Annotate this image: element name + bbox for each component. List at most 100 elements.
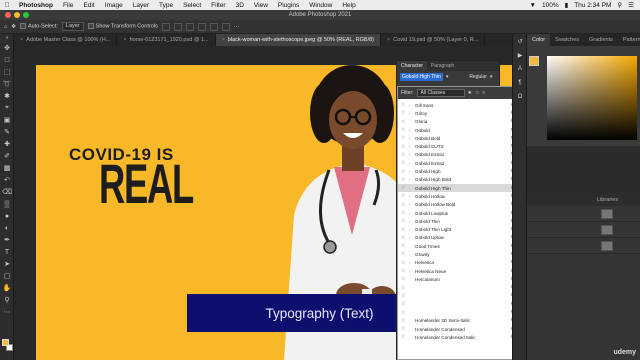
search-icon[interactable]: ⚲: [617, 1, 622, 9]
chevron-down-icon[interactable]: ▾: [446, 74, 449, 80]
auto-select-checkbox[interactable]: Auto-Select:: [19, 23, 58, 30]
layer-row[interactable]: [527, 222, 640, 238]
path-selection-tool-icon[interactable]: ➤: [0, 258, 14, 270]
apple-icon[interactable]: : [0, 2, 14, 9]
quick-select-tool-icon[interactable]: ✱: [0, 90, 14, 102]
tab-character[interactable]: Character: [397, 61, 427, 71]
close-tab-icon[interactable]: ×: [222, 37, 225, 43]
rectangle-tool-icon[interactable]: ▢: [0, 270, 14, 282]
favorite-star-icon[interactable]: ☆: [401, 251, 409, 257]
brush-tool-icon[interactable]: ✐: [0, 150, 14, 162]
close-window-button[interactable]: [5, 12, 11, 18]
home-icon[interactable]: ⌂: [4, 24, 7, 30]
tab-paragraph[interactable]: Paragraph: [427, 61, 458, 71]
doc-tab[interactable]: × Adobe Master Class @ 100% (H...: [14, 34, 118, 46]
stamp-tool-icon[interactable]: ▩: [0, 162, 14, 174]
favorite-star-icon[interactable]: ☆: [401, 227, 409, 233]
more-options-icon[interactable]: ⋯: [234, 24, 240, 30]
align-center-button[interactable]: [173, 22, 182, 31]
favorite-star-icon[interactable]: ☆: [401, 210, 409, 216]
gradient-tool-icon[interactable]: ▒: [0, 198, 14, 210]
battery-icon[interactable]: ▮: [565, 1, 569, 9]
eraser-tool-icon[interactable]: ⌫: [0, 186, 14, 198]
show-transform-checkbox[interactable]: Show Transform Controls: [87, 23, 158, 30]
doc-tab-active[interactable]: × black-woman-with-stethoscope.jpeg @ 50%…: [215, 34, 381, 46]
wifi-icon[interactable]: ▼: [530, 2, 536, 9]
headline-real[interactable]: REAL: [99, 151, 194, 216]
align-top-button[interactable]: [197, 22, 206, 31]
collapse-toolbar-icon[interactable]: »: [0, 34, 14, 42]
move-tool-preset-icon[interactable]: ✥: [11, 24, 16, 30]
align-left-button[interactable]: [161, 22, 170, 31]
favorite-star-icon[interactable]: ☆: [401, 169, 409, 175]
menu-type[interactable]: Type: [154, 2, 178, 9]
favorite-star-icon[interactable]: ☆: [401, 202, 409, 208]
favorite-star-icon[interactable]: ☆: [401, 293, 409, 299]
menu-select[interactable]: Select: [178, 2, 206, 9]
favorite-star-icon[interactable]: ☆: [401, 110, 409, 116]
doc-tab[interactable]: × Covid 19.psd @ 50% (Layer 0, R...: [381, 34, 486, 46]
character-panel-icon[interactable]: A: [513, 62, 527, 76]
menu-edit[interactable]: Edit: [78, 2, 99, 9]
menu-file[interactable]: File: [58, 2, 78, 9]
history-brush-tool-icon[interactable]: ↶: [0, 174, 14, 186]
favorite-star-icon[interactable]: ☆: [401, 135, 409, 141]
move-tool-icon[interactable]: ✥: [0, 42, 14, 54]
favorite-star-icon[interactable]: ☆: [401, 285, 409, 291]
minimize-window-button[interactable]: [14, 12, 20, 18]
favorite-star-icon[interactable]: ☆: [401, 268, 409, 274]
align-bottom-button[interactable]: [221, 22, 230, 31]
menu-3d[interactable]: 3D: [231, 2, 249, 9]
zoom-tool-icon[interactable]: ⚲: [0, 294, 14, 306]
menu-image[interactable]: Image: [100, 2, 128, 9]
doc-tab[interactable]: × horse-6123171_1920.psd @ 1...: [117, 34, 216, 46]
favorites-filter-icon[interactable]: ☆: [475, 90, 479, 96]
favorite-star-icon[interactable]: ☆: [401, 127, 409, 133]
favorite-star-icon[interactable]: ☆: [401, 152, 409, 158]
foreground-color-swatch[interactable]: [2, 339, 9, 346]
hand-tool-icon[interactable]: ✋: [0, 282, 14, 294]
favorite-star-icon[interactable]: ☆: [401, 144, 409, 150]
menu-help[interactable]: Help: [337, 2, 360, 9]
actions-panel-icon[interactable]: ▶: [513, 48, 527, 62]
color-picker-field[interactable]: [547, 56, 637, 140]
libraries-panel-title[interactable]: Libraries: [527, 194, 640, 206]
zoom-window-button[interactable]: [23, 12, 29, 18]
favorite-star-icon[interactable]: ☆: [401, 310, 409, 316]
healing-brush-tool-icon[interactable]: ✚: [0, 138, 14, 150]
tab-patterns[interactable]: Patterns: [618, 34, 640, 46]
font-class-filter[interactable]: All Classes: [416, 89, 465, 97]
dodge-tool-icon[interactable]: ◐: [0, 222, 14, 234]
lasso-tool-icon[interactable]: ➰: [0, 78, 14, 90]
favorite-star-icon[interactable]: ☆: [401, 218, 409, 224]
adobe-fonts-filter-icon[interactable]: ★: [468, 90, 472, 96]
favorite-star-icon[interactable]: ☆: [401, 177, 409, 183]
clock[interactable]: Thu 2:34 PM: [574, 2, 611, 9]
layer-row[interactable]: [527, 238, 640, 254]
favorite-star-icon[interactable]: ☆: [401, 276, 409, 282]
favorite-star-icon[interactable]: ☆: [401, 301, 409, 307]
close-tab-icon[interactable]: ×: [20, 37, 23, 43]
menu-window[interactable]: Window: [304, 2, 337, 9]
favorite-star-icon[interactable]: ☆: [401, 102, 409, 108]
color-swatches[interactable]: [2, 339, 13, 351]
menu-layer[interactable]: Layer: [128, 2, 154, 9]
favorite-star-icon[interactable]: ☆: [401, 185, 409, 191]
tab-swatches[interactable]: Swatches: [550, 34, 584, 46]
pen-tool-icon[interactable]: ✒: [0, 234, 14, 246]
blur-tool-icon[interactable]: ●: [0, 210, 14, 222]
menu-view[interactable]: View: [249, 2, 273, 9]
menu-plugins[interactable]: Plugins: [273, 2, 304, 9]
color-panel-fg-swatch[interactable]: [529, 56, 539, 66]
tab-gradients[interactable]: Gradients: [584, 34, 618, 46]
menu-filter[interactable]: Filter: [206, 2, 230, 9]
chevron-down-icon[interactable]: ▾: [490, 74, 493, 80]
paragraph-panel-icon[interactable]: ¶: [513, 76, 527, 90]
favorite-star-icon[interactable]: ☆: [401, 160, 409, 166]
favorite-star-icon[interactable]: ☆: [401, 326, 409, 332]
tab-color[interactable]: Color: [527, 34, 551, 46]
favorite-star-icon[interactable]: ☆: [401, 119, 409, 125]
layer-row[interactable]: [527, 206, 640, 222]
font-style-field[interactable]: Regular: [469, 74, 487, 80]
eyedropper-tool-icon[interactable]: ✎: [0, 126, 14, 138]
